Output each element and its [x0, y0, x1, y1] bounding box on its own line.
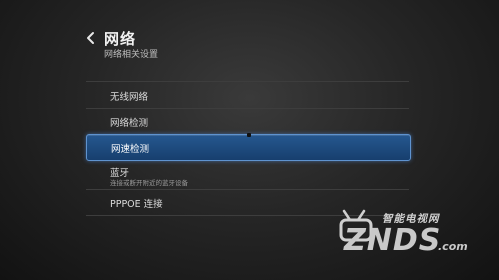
- menu-item-network-check[interactable]: 网络检测: [86, 108, 409, 134]
- menu-item-wireless[interactable]: 无线网络: [86, 82, 409, 108]
- watermark-logo: 智能电视网 ZNDS .com: [338, 204, 488, 264]
- focus-cursor: [247, 133, 251, 137]
- menu-item-speed-test[interactable]: 网速检测: [86, 134, 411, 161]
- watermark-suffix: .com: [438, 240, 468, 253]
- menu-item-bluetooth[interactable]: 蓝牙 连接或断开附近的蓝牙设备: [86, 163, 409, 189]
- page-title: 网络: [104, 30, 137, 48]
- menu-item-label: PPPOE 连接: [110, 199, 163, 210]
- watermark-main-text: ZNDS: [344, 223, 442, 258]
- back-icon[interactable]: [84, 30, 98, 46]
- menu-item-label: 网速检测: [111, 144, 150, 155]
- menu-item-description: 连接或断开附近的蓝牙设备: [110, 179, 188, 187]
- page-subtitle: 网络相关设置: [104, 50, 159, 60]
- menu-item-label: 无线网络: [110, 92, 149, 103]
- menu-item-label: 网络检测: [110, 118, 149, 129]
